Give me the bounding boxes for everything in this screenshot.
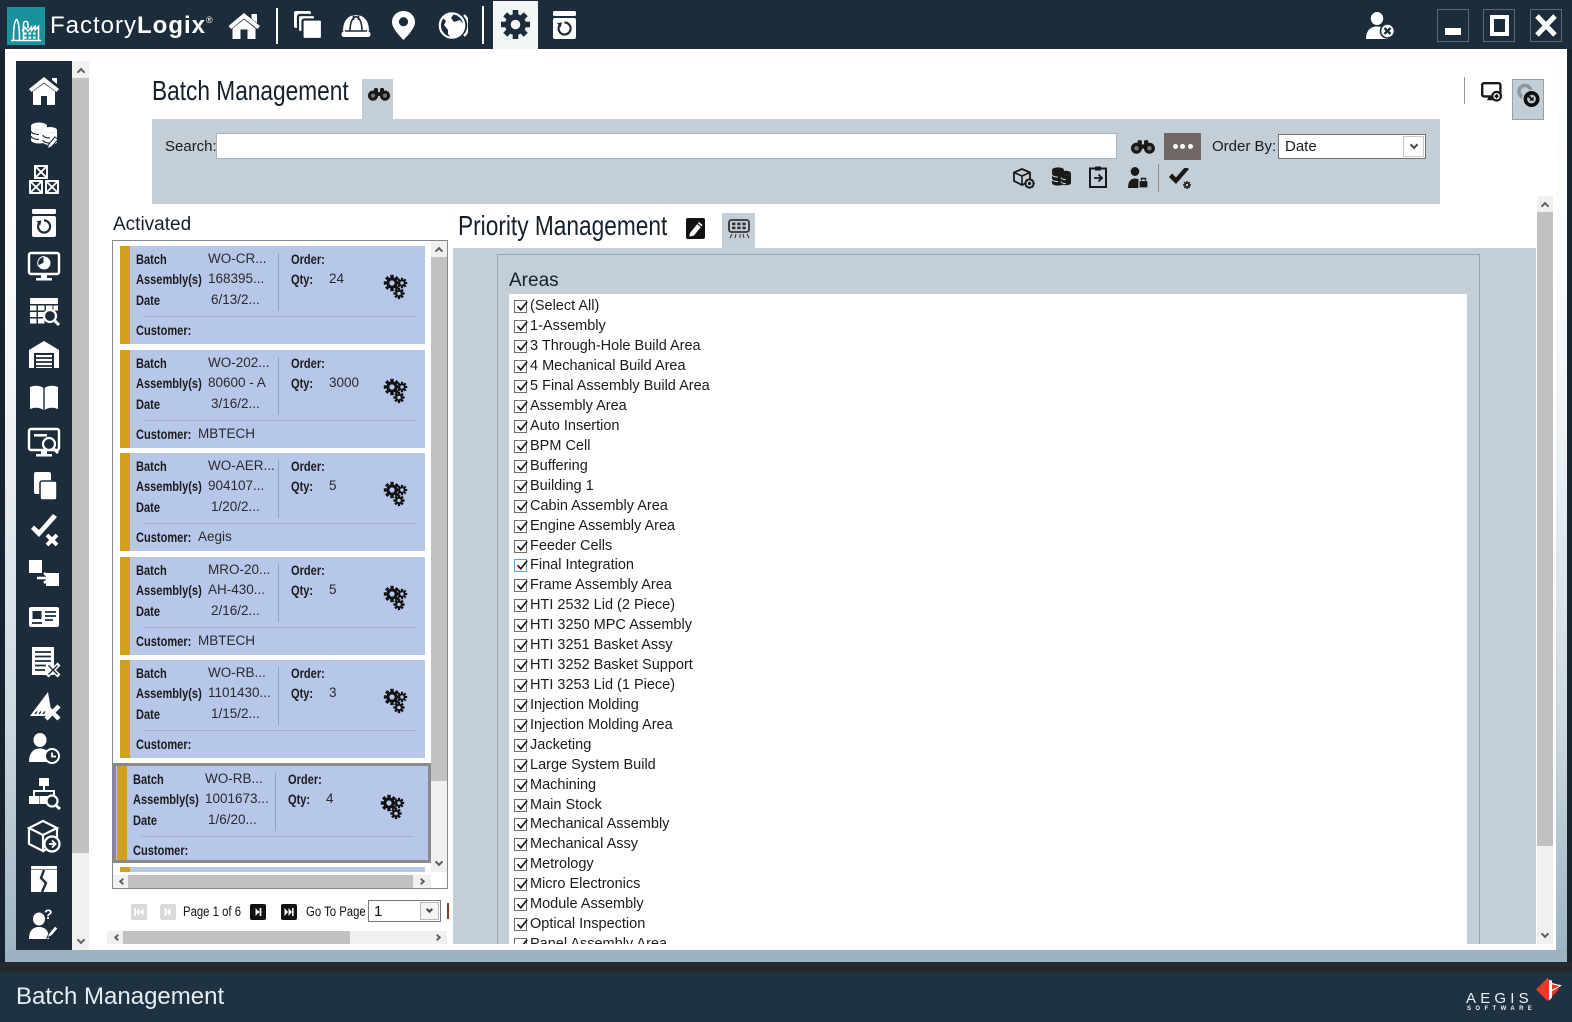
svg-text:?: ? xyxy=(44,907,53,922)
